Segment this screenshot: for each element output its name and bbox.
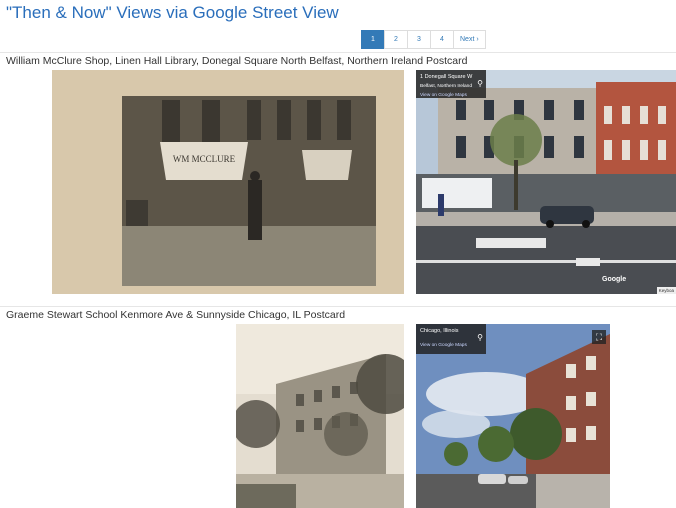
page-link-3[interactable]: 3 <box>407 30 431 49</box>
street-view-panorama[interactable]: 1 Donegall Square W Belfast, Northern Ir… <box>416 70 676 294</box>
divider <box>0 52 676 53</box>
view-on-google-maps-link[interactable]: View on Google Maps <box>420 341 482 350</box>
divider <box>0 306 676 307</box>
google-logo: Google <box>602 276 627 283</box>
street-view-panorama[interactable]: Chicago, Illinois View on Google Maps ⚲ … <box>416 324 610 508</box>
postcard-image[interactable]: WM MCCLURE <box>52 70 404 294</box>
fullscreen-icon[interactable]: ⛶ <box>592 330 606 344</box>
entry-caption: William McClure Shop, Linen Hall Library… <box>6 55 468 67</box>
street-view-location-box: 1 Donegall Square W Belfast, Northern Ir… <box>416 70 486 98</box>
page-link-2[interactable]: 2 <box>384 30 408 49</box>
page-link-4[interactable]: 4 <box>430 30 454 49</box>
awning-sign-text: WM MCCLURE <box>173 154 236 164</box>
street-view-location-title: Chicago, Illinois <box>420 328 459 334</box>
street-view-location-title: 1 Donegall Square W <box>420 74 473 80</box>
page-link-1[interactable]: 1 <box>361 30 385 49</box>
location-pin-icon[interactable]: ⚲ <box>477 79 483 88</box>
pagination: 1 2 3 4 Next › <box>361 30 486 49</box>
page-title: "Then & Now" Views via Google Street Vie… <box>6 3 339 22</box>
view-on-google-maps-link[interactable]: View on Google Maps <box>420 91 482 100</box>
postcard-image[interactable] <box>236 324 404 508</box>
location-pin-icon[interactable]: ⚲ <box>477 333 483 342</box>
next-page-link[interactable]: Next › <box>453 30 486 49</box>
street-view-location-subtitle: Belfast, Northern Ireland <box>420 84 472 89</box>
street-view-location-box: Chicago, Illinois View on Google Maps ⚲ <box>416 324 486 354</box>
entry-caption: Graeme Stewart School Kenmore Ave & Sunn… <box>6 309 346 321</box>
keyboard-shortcuts-label[interactable]: Keyboa <box>656 287 676 294</box>
